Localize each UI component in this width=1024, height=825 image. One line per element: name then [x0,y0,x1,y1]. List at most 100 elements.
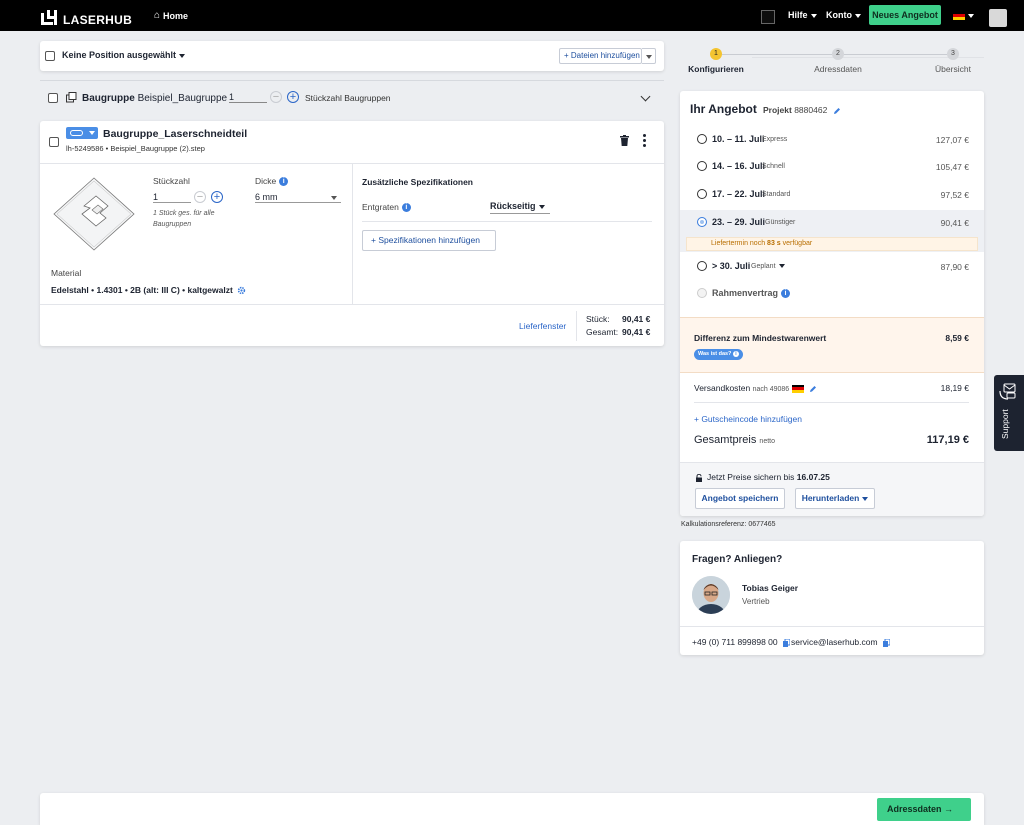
notification-square[interactable] [761,10,775,24]
email-address: service@laserhub.com [791,637,878,647]
unit-price-label: Stück: [586,314,610,324]
option-date: > 30. Juli [712,261,751,271]
what-is-that-badge[interactable]: Was ist das? i [694,349,743,360]
radio-button[interactable] [697,189,707,199]
deburr-select[interactable]: Rückseitig [490,201,550,214]
thickness-select[interactable]: 6 mm [255,192,341,203]
home-link[interactable]: ⌂ Home [154,10,188,21]
total-label: Gesamtpreis netto [694,434,775,446]
decrease-quantity-button[interactable]: − [270,91,282,103]
price-lock-text: Jetzt Preise sichern bis 16.07.25 [695,472,830,482]
step-3-indicator[interactable]: 3 [947,48,959,60]
selection-dropdown[interactable]: Keine Position ausgewählt [62,50,186,60]
laserhub-logo[interactable]: LASERHUB [41,8,132,27]
gear-icon[interactable] [237,286,246,295]
group-quantity-input[interactable]: 1 [229,92,267,103]
chevron-down-icon [968,13,974,18]
contact-role: Vertrieb [742,597,770,606]
divider [40,304,664,305]
edit-pencil-icon[interactable] [809,385,817,393]
shipping-label-text: Versandkosten [694,383,751,393]
german-flag-icon [953,11,965,20]
new-offer-button[interactable]: Neues Angebot [869,5,941,25]
difference-title: Differenz zum Mindestwarenwert [694,333,827,343]
delivery-option-standard[interactable]: 17. – 22. Juli Standard 97,52 € [680,184,984,206]
chevron-down-icon [331,196,337,200]
help-menu[interactable]: Hilfe [788,10,817,20]
step-2-indicator[interactable]: 2 [832,48,844,60]
language-selector[interactable] [953,10,974,20]
total-net-label: netto [759,438,775,445]
add-files-dropdown[interactable] [642,48,656,64]
copy-icon[interactable] [882,638,890,647]
increase-quantity-button[interactable]: + [287,91,299,103]
material-value[interactable]: Edelstahl • 1.4301 • 2B (alt: III C) • k… [51,285,246,295]
trash-icon[interactable] [620,135,629,146]
delivery-option-planned[interactable]: > 30. Juli Geplant 87,90 € [680,256,984,278]
option-kind[interactable]: Geplant [751,263,785,270]
chevron-down-icon [855,13,861,18]
sheet-part-icon [70,130,83,136]
radio-button[interactable] [697,134,707,144]
next-address-button[interactable]: Adressdaten → [877,798,971,821]
increase-quantity-button[interactable]: + [211,191,223,203]
position-selection-bar: Keine Position ausgewählt + Dateien hinz… [40,41,664,71]
step-address-label[interactable]: Adressdaten [808,64,868,74]
radio-button-disabled[interactable] [697,288,707,298]
edit-pencil-icon[interactable] [833,107,841,115]
part-type-dropdown[interactable] [66,127,98,139]
radio-button-selected[interactable] [697,217,707,227]
info-icon[interactable]: i [781,289,791,299]
info-icon[interactable]: i [401,203,411,213]
part-card: Baugruppe_Laserschneidteil lh-5249586 • … [40,121,664,346]
decrease-quantity-button[interactable]: − [194,191,206,203]
download-label: Herunterladen [801,493,860,503]
option-price: 87,90 € [940,262,969,272]
step-configure-label[interactable]: Konfigurieren [686,64,746,74]
step-connector [844,54,947,55]
chevron-down-icon [538,204,545,209]
add-voucher-link[interactable]: + Gutscheincode hinzufügen [694,414,802,424]
radio-button[interactable] [697,261,707,271]
help-menu-label: Hilfe [788,10,808,20]
part-3d-preview[interactable] [52,176,136,252]
part-checkbox[interactable] [49,137,59,147]
quantity-hint-line: Baugruppen [153,221,192,228]
more-options-icon[interactable] [643,134,646,148]
add-files-button[interactable]: + Dateien hinzufügen [559,48,642,64]
save-offer-button[interactable]: Angebot speichern [695,488,785,509]
add-specification-button[interactable]: + Spezifikationen hinzufügen [362,230,496,251]
support-tab[interactable]: Support [994,375,1024,451]
delivery-option-fast[interactable]: 14. – 16. Juli Schnell 105,47 € [680,156,984,178]
selection-label: Keine Position ausgewählt [62,50,177,60]
home-icon: ⌂ [154,10,161,21]
frame-contract-option[interactable]: Rahmenvertrag i [680,283,984,305]
group-label-bold: Baugruppe [82,93,135,104]
part-quantity-input[interactable]: 1 [153,192,191,203]
divider [362,221,652,222]
home-label: Home [163,10,189,21]
account-menu[interactable]: Konto [826,10,861,20]
group-checkbox[interactable] [48,93,58,103]
shipping-value: 18,19 € [940,383,969,393]
copy-icon[interactable] [783,638,790,647]
divider [694,402,969,403]
delivery-option-express[interactable]: 10. – 11. Juli Express 127,07 € [680,129,984,151]
delivery-window-link[interactable]: Lieferfenster [519,321,566,331]
deburr-value: Rückseitig [490,201,536,211]
user-avatar[interactable] [989,9,1007,27]
divider [576,311,577,341]
radio-button[interactable] [697,161,707,171]
project-info: Projekt 8880462 [763,105,841,115]
info-icon[interactable]: i [279,177,289,187]
download-button[interactable]: Herunterladen [795,488,875,509]
select-all-checkbox[interactable] [45,51,55,61]
contact-avatar [692,576,730,614]
chevron-down-icon [810,13,817,18]
step-overview-label[interactable]: Übersicht [923,64,983,74]
collapse-chevron-icon[interactable] [640,91,651,102]
notice-suffix: verfügbar [782,240,813,247]
material-label: Material [51,268,82,278]
step-1-indicator[interactable]: 1 [710,48,722,60]
bottom-action-bar: Adressdaten → [40,793,984,825]
